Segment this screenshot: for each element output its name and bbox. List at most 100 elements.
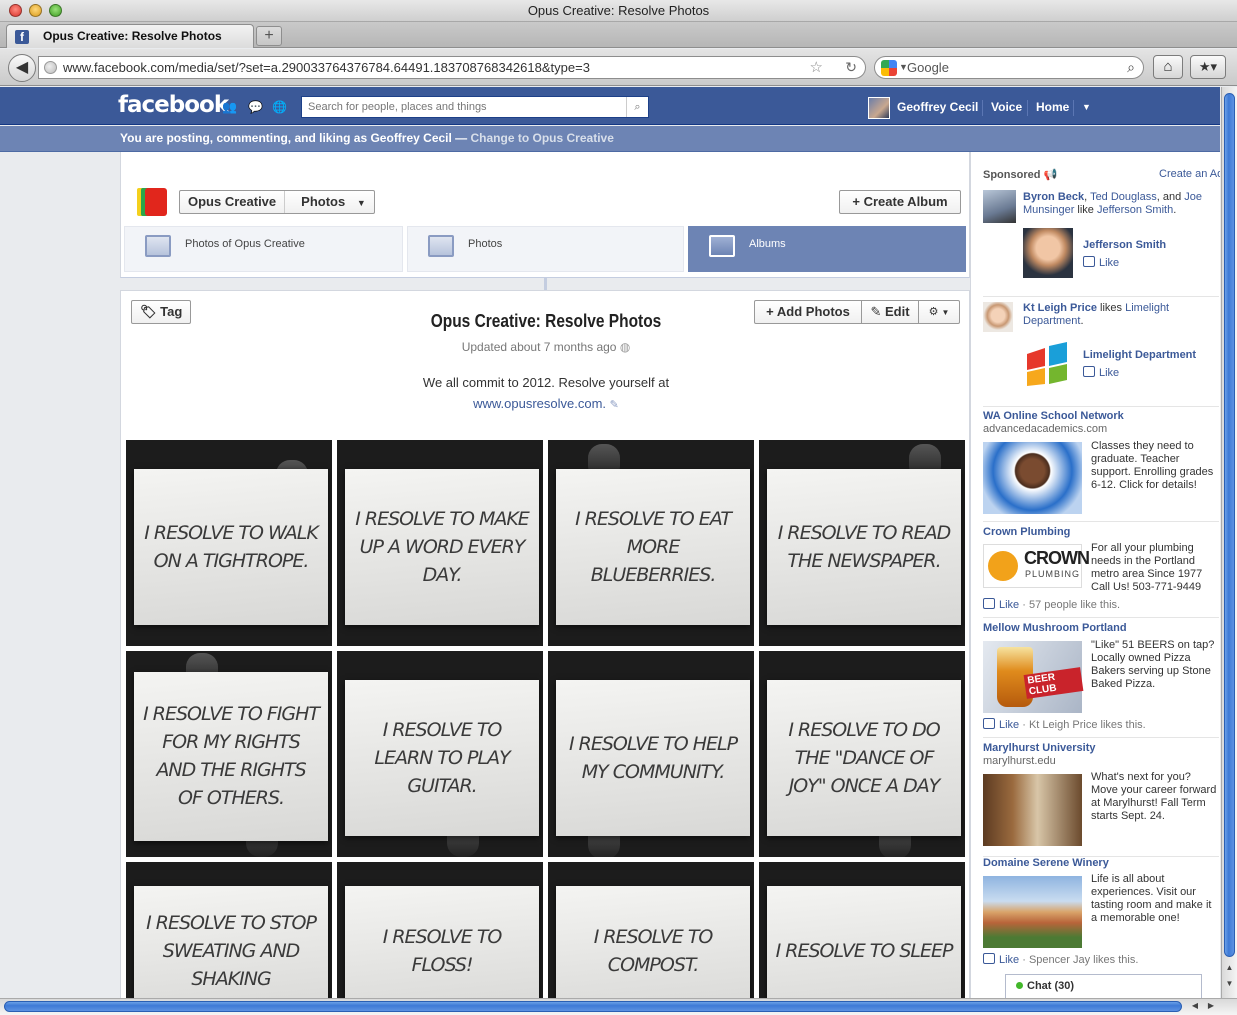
jefferson-smith-photo[interactable]	[1023, 228, 1073, 278]
like-button[interactable]: Like · 57 people like this.	[983, 598, 1120, 611]
tab-photos-of-page[interactable]: Photos of Opus Creative	[124, 226, 403, 272]
scroll-up-arrow-icon[interactable]: ▲	[1222, 963, 1237, 976]
friend-link[interactable]: Kt Leigh Price	[1023, 302, 1097, 314]
photo-caption: I resolve to help my community.	[569, 733, 738, 784]
privacy-globe-icon[interactable]: ◍	[620, 340, 630, 354]
like-button[interactable]: Like · Spencer Jay likes this.	[983, 953, 1138, 966]
breadcrumb-section-dropdown[interactable]: Photos ▼	[285, 191, 374, 214]
home-button[interactable]: ⌂	[1153, 55, 1183, 79]
like-button[interactable]: Like · Kt Leigh Price likes this.	[983, 718, 1146, 731]
voice-link[interactable]: Voice	[991, 87, 1022, 125]
back-button[interactable]: ◀	[8, 54, 36, 82]
limelight-logo[interactable]	[1023, 340, 1073, 388]
add-photos-button[interactable]: + Add Photos	[754, 300, 862, 324]
friend-requests-icon[interactable]: 👥	[222, 100, 238, 114]
edit-pencil-icon[interactable]: ✎	[610, 399, 619, 411]
friend-link[interactable]: Byron Beck	[1023, 191, 1084, 203]
ad-title[interactable]: Marylhurst University	[983, 742, 1095, 754]
ad-title[interactable]: Domaine Serene Winery	[983, 857, 1109, 869]
nav-divider	[982, 100, 983, 116]
sponsored-text: Sponsored	[983, 169, 1041, 181]
scroll-down-arrow-icon[interactable]: ▼	[1222, 979, 1237, 992]
album-photo[interactable]: I resolve to fight for my rights and the…	[126, 651, 332, 857]
close-window-button[interactable]	[9, 4, 22, 17]
tab-albums[interactable]: Albums	[688, 226, 966, 272]
facebook-logo[interactable]: facebook	[118, 92, 229, 118]
reload-icon[interactable]: ↻	[845, 57, 857, 78]
liked-page-link[interactable]: Jefferson Smith	[1097, 204, 1173, 216]
album-photo[interactable]: I resolve to read the newspaper.	[759, 440, 965, 646]
album-photo[interactable]: I resolve to make up a word every day.	[337, 440, 543, 646]
notifications-globe-icon[interactable]: 🌐	[272, 100, 288, 114]
ad-title[interactable]: WA Online School Network	[983, 410, 1124, 422]
ad-image[interactable]	[983, 876, 1082, 948]
friend-photo[interactable]	[983, 190, 1016, 223]
create-album-button[interactable]: + Create Album	[839, 190, 961, 214]
right-sidebar: Sponsored 📢 Create an Ad Byron Beck, Ted…	[970, 152, 1220, 998]
album-photo[interactable]: I resolve to learn to play guitar.	[337, 651, 543, 857]
bookmark-star-icon[interactable]: ☆	[810, 57, 823, 78]
vertical-scrollbar[interactable]: ▲ ▼	[1221, 87, 1237, 998]
scroll-left-arrow-icon[interactable]: ◀	[1188, 1001, 1202, 1014]
profile-link[interactable]: Geoffrey Cecil	[897, 87, 978, 125]
album-photo[interactable]: I resolve to compost.	[548, 862, 754, 998]
tag-label: Tag	[160, 304, 183, 319]
album-options-button[interactable]: ⚙ ▼	[918, 300, 960, 324]
browser-tab[interactable]: f Opus Creative: Resolve Photos	[6, 24, 254, 48]
search-icon[interactable]: ⌕	[626, 97, 648, 117]
change-identity-link[interactable]: Change to Opus Creative	[471, 131, 614, 145]
ad-image[interactable]	[983, 774, 1082, 846]
ad-domain: marylhurst.edu	[983, 755, 1056, 767]
card-connector	[544, 278, 547, 290]
tab-photos[interactable]: Photos	[407, 226, 684, 272]
account-menu-chevron-icon[interactable]: ▼	[1082, 87, 1091, 125]
album-photo[interactable]: I resolve to eat more blueberries.	[548, 440, 754, 646]
album-photo[interactable]: I resolve to walk on a tightrope.	[126, 440, 332, 646]
google-icon[interactable]	[881, 60, 897, 76]
zoom-window-button[interactable]	[49, 4, 62, 17]
ad-title[interactable]: Mellow Mushroom Portland	[983, 622, 1127, 634]
vertical-scroll-thumb[interactable]	[1224, 93, 1235, 957]
chat-tab[interactable]: Chat (30)	[1005, 974, 1202, 998]
online-status-icon	[1016, 982, 1023, 989]
bookmarks-button[interactable]: ★▾	[1190, 55, 1226, 79]
like-button[interactable]: Like	[1083, 256, 1119, 269]
like-button[interactable]: Like	[1083, 366, 1119, 379]
opus-creative-logo[interactable]	[137, 188, 169, 216]
like-social: · Kt Leigh Price likes this.	[1019, 719, 1146, 731]
create-ad-link[interactable]: Create an Ad	[1159, 168, 1220, 180]
horizontal-scrollbar[interactable]: ◀ ▶	[0, 998, 1237, 1015]
facebook-search-input[interactable]: Search for people, places and things ⌕	[301, 96, 649, 118]
album-website-link[interactable]: www.opusresolve.com.	[473, 396, 606, 411]
friend-link[interactable]: Ted Douglass	[1090, 191, 1157, 203]
new-tab-button[interactable]: +	[256, 26, 282, 46]
photo-sign: I resolve to compost.	[556, 886, 750, 998]
minimize-window-button[interactable]	[29, 4, 42, 17]
horizontal-scroll-thumb[interactable]	[4, 1001, 1182, 1012]
album-photo[interactable]: I resolve to stop sweating and shaking	[126, 862, 332, 998]
ad-image[interactable]: BEER CLUB	[983, 641, 1084, 713]
album-photo[interactable]: I resolve to do the "dance of joy" once …	[759, 651, 965, 857]
chevron-down-icon[interactable]: ▼	[899, 57, 908, 78]
edit-album-button[interactable]: ✎ Edit	[861, 300, 919, 324]
crown-plumbing-logo[interactable]: CROWN PLUMBING	[983, 544, 1090, 588]
search-icon[interactable]: ⌕	[1127, 57, 1135, 78]
ad-image[interactable]	[983, 442, 1082, 514]
page-link[interactable]: Jefferson Smith	[1083, 239, 1166, 251]
ad-domain: advancedacademics.com	[983, 423, 1108, 435]
search-engine-bar[interactable]: ▼ Google ⌕	[874, 56, 1144, 79]
url-bar[interactable]: www.facebook.com/media/set/?set=a.290033…	[38, 56, 866, 79]
messages-icon[interactable]: 💬	[248, 100, 264, 114]
like-label: Like	[1099, 257, 1120, 269]
album-photo[interactable]: I resolve to help my community.	[548, 651, 754, 857]
album-photo[interactable]: I resolve to floss!	[337, 862, 543, 998]
user-avatar[interactable]	[868, 97, 890, 119]
friend-photo[interactable]	[983, 302, 1013, 332]
breadcrumb-page-link[interactable]: Opus Creative	[180, 191, 284, 213]
scroll-right-arrow-icon[interactable]: ▶	[1204, 1001, 1218, 1014]
ad-title[interactable]: Crown Plumbing	[983, 526, 1070, 538]
page-link[interactable]: Limelight Department	[1083, 349, 1196, 361]
photo-caption: I resolve to floss!	[382, 926, 503, 977]
album-photo[interactable]: I resolve to sleep	[759, 862, 965, 998]
home-link[interactable]: Home	[1036, 87, 1069, 125]
